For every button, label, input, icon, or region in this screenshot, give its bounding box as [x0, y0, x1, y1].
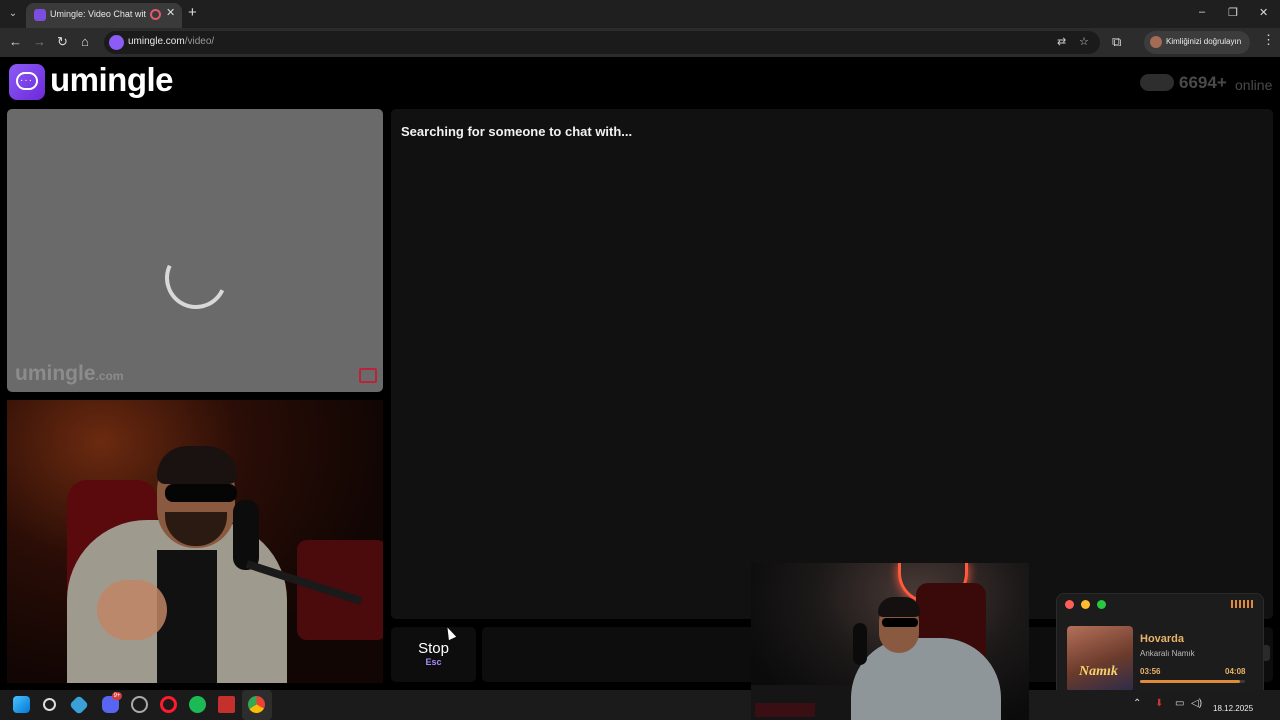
tray-date[interactable]: 18.12.2025: [1213, 704, 1253, 713]
widget-minimize-button[interactable]: [1081, 600, 1090, 609]
site-info-icon[interactable]: [109, 35, 124, 50]
profile-label: Kimliğinizi doğrulayın: [1166, 37, 1242, 46]
browser-toolbar: ← → ↻ ⌂ umingle.com/video/ ⇄ ☆ ⧉ Kimliği…: [0, 28, 1280, 57]
umingle-favicon-icon: [34, 9, 46, 21]
chrome-icon[interactable]: [248, 696, 265, 713]
online-label: online: [1235, 77, 1273, 93]
active-tab[interactable]: Umingle: Video Chat with S ✕: [26, 3, 182, 28]
home-icon[interactable]: ⌂: [81, 34, 89, 49]
chat-log-panel: Searching for someone to chat with...: [391, 109, 1273, 619]
microphone: [233, 500, 259, 570]
restore-button[interactable]: ❐: [1228, 6, 1238, 19]
profile-button[interactable]: Kimliğinizi doğrulayın: [1144, 31, 1250, 54]
tab-search-button[interactable]: ⌄: [4, 5, 22, 23]
streamer-webcam-overlay: [751, 563, 1029, 720]
url-text: umingle.com/video/: [128, 36, 215, 47]
reload-icon[interactable]: ↻: [57, 34, 68, 50]
app-icon[interactable]: [218, 696, 235, 713]
new-tab-button[interactable]: +: [188, 4, 197, 21]
volume-icon[interactable]: ◁): [1191, 698, 1202, 709]
site-logo-text[interactable]: umingle: [50, 61, 174, 99]
self-webcam-video: [7, 400, 383, 683]
umingle-logo-icon[interactable]: ···: [9, 64, 45, 100]
album-cover-text: Namık: [1079, 664, 1118, 679]
clock-app-icon[interactable]: [131, 696, 148, 713]
stranger-video: umingle.com: [7, 109, 383, 392]
song-title: Hovarda: [1140, 633, 1185, 645]
total-time: 04:08: [1225, 667, 1246, 676]
streamer-sunglasses: [882, 618, 918, 627]
loading-spinner-icon: [156, 238, 236, 318]
streamer-jacket: [851, 638, 1001, 720]
system-tray: ⌃ ⬇ ▭ ◁) 18.12.2025: [1029, 690, 1280, 720]
sunglasses: [165, 484, 237, 502]
elapsed-time: 03:56: [1140, 667, 1161, 676]
windows-start-icon[interactable]: [13, 696, 30, 713]
widget-maximize-button[interactable]: [1097, 600, 1106, 609]
streamer-microphone: [853, 623, 867, 665]
opera-gx-icon[interactable]: [160, 696, 177, 713]
tab-title: Umingle: Video Chat with S: [50, 9, 146, 19]
close-window-button[interactable]: ✕: [1259, 6, 1268, 19]
tab-close-button[interactable]: ✕: [166, 6, 175, 19]
address-bar[interactable]: umingle.com/video/ ⇄ ☆: [104, 31, 1100, 54]
album-cover: Namık: [1067, 626, 1133, 692]
song-artist: Ankaralı Namık: [1140, 649, 1195, 658]
progress-bar[interactable]: [1140, 680, 1245, 683]
bookmark-star-icon[interactable]: ☆: [1079, 35, 1089, 48]
taskbar: 9+: [0, 690, 751, 720]
theme-toggle[interactable]: [1140, 74, 1174, 91]
streamer-hair: [878, 597, 920, 617]
spotify-icon[interactable]: [189, 696, 206, 713]
online-count: 6694+: [1179, 73, 1227, 92]
network-icon[interactable]: ▭: [1175, 698, 1184, 709]
equalizer-icon: [1231, 600, 1253, 608]
browser-tab-bar: ⌄ Umingle: Video Chat with S ✕ + – ❐ ✕: [0, 0, 1280, 28]
stop-label: Stop: [418, 640, 449, 657]
now-playing-widget: Namık Hovarda Ankaralı Namık 03:56 04:08: [1056, 593, 1264, 701]
download-icon[interactable]: ⬇: [1155, 698, 1163, 709]
search-icon[interactable]: [43, 698, 56, 711]
discord-badge: 9+: [112, 692, 122, 700]
kodi-icon[interactable]: [69, 695, 89, 715]
tray-overflow-icon[interactable]: ⌃: [1133, 698, 1141, 709]
chat-status-text: Searching for someone to chat with...: [401, 124, 633, 139]
person-hand: [97, 580, 167, 640]
keyboard: [755, 703, 815, 717]
extensions-icon[interactable]: ⧉: [1112, 34, 1121, 50]
progress-fill: [1140, 680, 1240, 683]
profile-avatar: [1150, 36, 1162, 48]
browser-menu-icon[interactable]: ⋮: [1262, 32, 1275, 48]
back-icon[interactable]: ←: [9, 34, 22, 49]
stop-button[interactable]: Stop Esc: [391, 627, 476, 682]
recording-indicator-icon: [150, 9, 161, 20]
video-watermark: umingle.com: [15, 362, 124, 385]
person-hair: [157, 446, 237, 484]
translate-icon[interactable]: ⇄: [1057, 35, 1066, 48]
report-flag-icon[interactable]: [359, 368, 377, 383]
widget-close-button[interactable]: [1065, 600, 1074, 609]
stop-shortcut: Esc: [425, 657, 442, 667]
forward-icon[interactable]: →: [33, 34, 46, 49]
minimize-button[interactable]: –: [1199, 6, 1205, 18]
logo-dots: ···: [20, 75, 33, 86]
